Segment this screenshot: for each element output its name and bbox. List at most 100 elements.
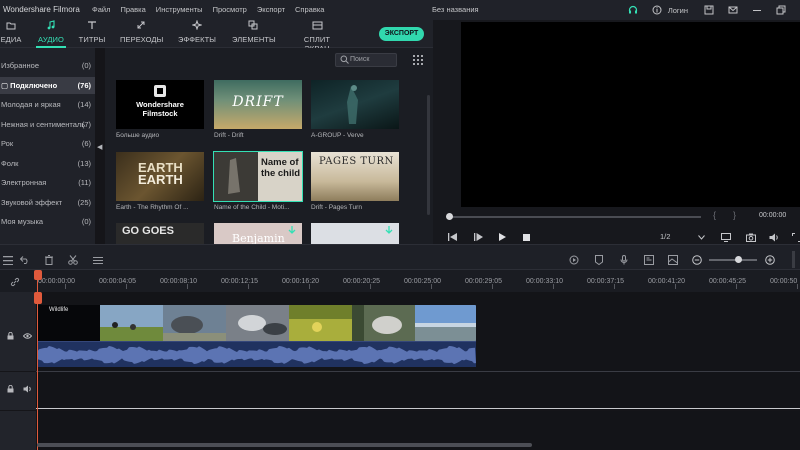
category-item[interactable]: Избранное (0)	[0, 57, 95, 74]
category-item[interactable]: Молодая и яркая (14)	[0, 96, 95, 113]
zoom-out-icon[interactable]	[691, 254, 703, 266]
export-button[interactable]: ЭКСПОРТ	[379, 27, 424, 41]
media-thumb-go-goes[interactable]: GO GOES	[116, 223, 204, 244]
category-item[interactable]: Фолк (13)	[0, 155, 95, 172]
playhead-handle[interactable]	[34, 270, 42, 310]
thumb-text-repeat: EARTH	[138, 172, 183, 187]
menu-file[interactable]: Файл	[92, 5, 110, 14]
preview-progress-track[interactable]	[449, 216, 701, 218]
media-thumb-name-of-the-child[interactable]: Name of the child	[213, 151, 303, 202]
tab-split-screen[interactable]: СПЛИТ ЭКРАН	[291, 20, 343, 53]
media-thumb-pages-turn[interactable]: PAGES TURN	[311, 152, 399, 201]
ruler-tick	[431, 284, 432, 289]
zoom-slider-knob[interactable]	[735, 256, 742, 263]
volume-icon[interactable]	[768, 231, 780, 243]
display-icon[interactable]	[720, 231, 732, 243]
fullscreen-icon[interactable]	[790, 231, 800, 243]
minimize-icon[interactable]	[750, 3, 764, 17]
info-icon[interactable]	[650, 3, 664, 17]
playback-quality[interactable]: 1/2	[660, 232, 670, 241]
login-link[interactable]: Логин	[668, 6, 688, 15]
video-clip[interactable]	[37, 305, 476, 341]
media-label: Earth - The Rhythm Of ...	[116, 204, 189, 211]
collapse-panel-icon[interactable]: ◀	[97, 143, 104, 153]
category-name: Молодая и яркая	[1, 100, 61, 109]
restore-icon[interactable]	[774, 3, 788, 17]
delete-icon[interactable]	[43, 254, 55, 266]
undo-icon[interactable]	[19, 254, 31, 266]
media-thumb-filmstock[interactable]: Wondershare Filmstock	[116, 80, 204, 129]
tab-elements[interactable]: ЭЛЕМЕНТЫ	[232, 20, 276, 48]
render-icon[interactable]	[568, 254, 580, 266]
play-icon[interactable]	[496, 231, 508, 243]
category-name: Рок	[1, 139, 14, 148]
headset-icon[interactable]	[626, 3, 640, 17]
media-thumb-benjamin[interactable]: Benjamin	[214, 223, 302, 244]
media-thumb-earth[interactable]: EARTH EARTH	[116, 152, 204, 201]
menu-help[interactable]: Справка	[295, 5, 324, 14]
menu-tools[interactable]: Инструменты	[156, 5, 203, 14]
tab-titles[interactable]: ТИТРЫ	[77, 20, 107, 48]
media-thumb-script[interactable]	[311, 223, 399, 244]
save-icon[interactable]	[702, 3, 716, 17]
cut-icon[interactable]	[67, 254, 79, 266]
lock-icon[interactable]	[5, 331, 15, 341]
play-pause-toggle-icon[interactable]	[472, 231, 484, 243]
category-item[interactable]: Моя музыка (0)	[0, 213, 95, 230]
thumb-text: Name of the child	[261, 157, 301, 179]
tab-effects[interactable]: ЭФФЕКТЫ	[177, 19, 217, 48]
download-icon[interactable]	[288, 226, 296, 235]
adjust-icon[interactable]	[92, 254, 104, 266]
mark-out-icon[interactable]: }	[733, 210, 736, 220]
prev-frame-icon[interactable]	[446, 231, 458, 243]
zoom-in-icon[interactable]	[764, 254, 776, 266]
category-item[interactable]: Нежная и сентиментальная(7)	[0, 116, 95, 133]
voiceover-icon[interactable]	[643, 254, 655, 266]
camera-icon[interactable]	[745, 231, 757, 243]
media-thumb-drift[interactable]: DRIFT	[214, 80, 302, 129]
grid-view-icon[interactable]	[413, 55, 423, 65]
audio-waveform[interactable]	[37, 341, 476, 367]
speaker-icon[interactable]	[22, 384, 32, 394]
mail-icon[interactable]	[726, 3, 740, 17]
media-scrollbar[interactable]	[427, 95, 430, 215]
marker-icon[interactable]	[593, 254, 605, 266]
preview-progress-knob[interactable]	[446, 213, 453, 220]
category-name: Фолк	[1, 159, 19, 168]
media-label: Name of the Child - Moti...	[214, 204, 290, 211]
zoom-slider-track[interactable]	[709, 259, 757, 261]
tab-audio[interactable]: АУДИО	[34, 20, 68, 48]
menu-edit[interactable]: Правка	[120, 5, 145, 14]
lock-icon[interactable]	[5, 384, 15, 394]
chevron-down-icon[interactable]	[695, 231, 707, 243]
download-icon[interactable]	[385, 226, 393, 235]
stop-icon[interactable]	[520, 231, 532, 243]
category-item[interactable]: Звуковой эффект (25)	[0, 194, 95, 211]
tab-audio-label: АУДИО	[38, 35, 64, 44]
tracks-icon[interactable]	[2, 254, 14, 266]
category-item[interactable]: Рок (6)	[0, 135, 95, 152]
link-icon[interactable]	[9, 276, 21, 288]
eye-icon[interactable]	[22, 331, 32, 341]
category-item[interactable]: Электронная (11)	[0, 174, 95, 191]
microphone-icon[interactable]	[618, 254, 630, 266]
mark-in-icon[interactable]: {	[713, 210, 716, 220]
category-count: (0)	[81, 61, 91, 70]
ruler-tick	[736, 284, 737, 289]
filmora-window: Wondershare Filmora Файл Правка Инструме…	[0, 0, 800, 450]
elements-icon	[232, 20, 274, 32]
tab-media[interactable]: ЕДИА	[0, 20, 22, 48]
tab-transitions[interactable]: ПЕРЕХОДЫ	[120, 20, 163, 48]
menu-export[interactable]: Экспорт	[257, 5, 285, 14]
media-thumb-verve[interactable]	[311, 80, 399, 129]
timeline-scrollbar[interactable]	[37, 443, 532, 447]
snapshot-icon[interactable]	[667, 254, 679, 266]
thumb-text: PAGES TURN	[319, 156, 394, 167]
audio-track[interactable]	[36, 372, 800, 410]
menu-bar: Файл Правка Инструменты Просмотр Экспорт…	[92, 5, 334, 14]
menu-view[interactable]: Просмотр	[213, 5, 247, 14]
media-label: A-GROUP - Verve	[311, 132, 364, 139]
category-name: Моя музыка	[1, 217, 44, 226]
category-item-active[interactable]: Подключено(76)	[0, 77, 95, 94]
ruler-tick-label: 00:00:20:25	[343, 278, 380, 285]
